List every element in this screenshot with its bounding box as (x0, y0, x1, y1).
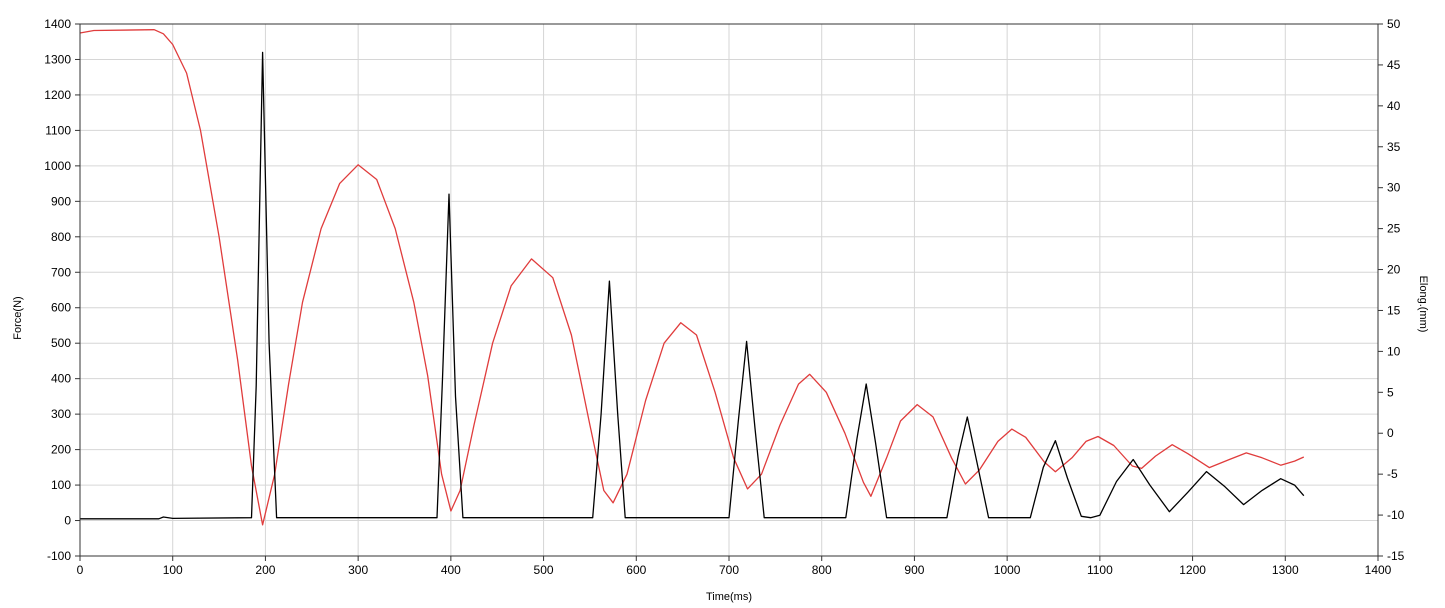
y-axis-right: -15 -10 -5 0 5 10 15 20 25 30 35 40 45 50 (1378, 17, 1405, 563)
x-tick-label: 1200 (1179, 563, 1206, 577)
y2-tick-label: 0 (1387, 426, 1394, 440)
x-axis: 0 100 200 300 400 500 600 700 800 900 1000 1100 1200… (77, 556, 1392, 577)
y-axis-left: -100 0 100 200 300 400 500 600 700 800 900 1000 1100… (44, 17, 80, 563)
y2-tick-label: 50 (1387, 17, 1401, 31)
y2-tick-label: 25 (1387, 222, 1401, 236)
y2-tick-label: 5 (1387, 385, 1394, 399)
y2-tick-label: -15 (1387, 549, 1405, 563)
y-tick-label: 600 (51, 301, 71, 315)
y2-axis-title: Elong.(mm) (1417, 276, 1429, 333)
y-tick-label: 200 (51, 443, 71, 457)
x-tick-label: 800 (812, 563, 832, 577)
y-tick-label: -100 (47, 549, 71, 563)
x-tick-label: 500 (534, 563, 554, 577)
y-tick-label: 500 (51, 336, 71, 350)
y2-tick-label: 15 (1387, 303, 1401, 317)
x-tick-label: 1400 (1365, 563, 1392, 577)
y-tick-label: 700 (51, 265, 71, 279)
y-tick-label: 800 (51, 230, 71, 244)
x-tick-label: 1100 (1087, 563, 1113, 577)
y2-tick-label: 20 (1387, 263, 1401, 277)
x-tick-label: 1000 (994, 563, 1021, 577)
y-tick-label: 300 (51, 407, 71, 421)
y-axis-title: Force(N) (12, 296, 24, 339)
x-tick-label: 400 (441, 563, 461, 577)
y-tick-label: 100 (51, 478, 71, 492)
y-tick-label: 400 (51, 372, 71, 386)
y-tick-label: 1200 (44, 88, 71, 102)
y2-tick-label: 40 (1387, 99, 1401, 113)
y-tick-label: 1000 (44, 159, 71, 173)
chart: 0 100 200 300 400 500 600 700 800 900 1000 1100 1200… (12, 17, 1429, 603)
y-tick-label: 1400 (44, 17, 71, 31)
x-tick-label: 900 (904, 563, 924, 577)
y2-tick-label: 35 (1387, 140, 1401, 154)
y2-tick-label: -10 (1387, 508, 1405, 522)
y2-tick-label: 30 (1387, 181, 1401, 195)
x-tick-label: 1300 (1272, 563, 1299, 577)
x-tick-label: 200 (255, 563, 275, 577)
x-tick-label: 300 (348, 563, 368, 577)
y-tick-label: 1100 (45, 123, 71, 137)
y-tick-label: 900 (51, 194, 71, 208)
y-tick-label: 0 (64, 514, 71, 528)
x-tick-label: 100 (163, 563, 183, 577)
y2-tick-label: -5 (1387, 467, 1398, 481)
y-tick-label: 1300 (44, 52, 71, 66)
x-tick-label: 700 (719, 563, 739, 577)
x-tick-label: 0 (77, 563, 84, 577)
y2-tick-label: 10 (1387, 344, 1401, 358)
x-axis-title: Time(ms) (706, 591, 752, 603)
x-tick-label: 600 (626, 563, 646, 577)
y2-tick-label: 45 (1387, 58, 1401, 72)
